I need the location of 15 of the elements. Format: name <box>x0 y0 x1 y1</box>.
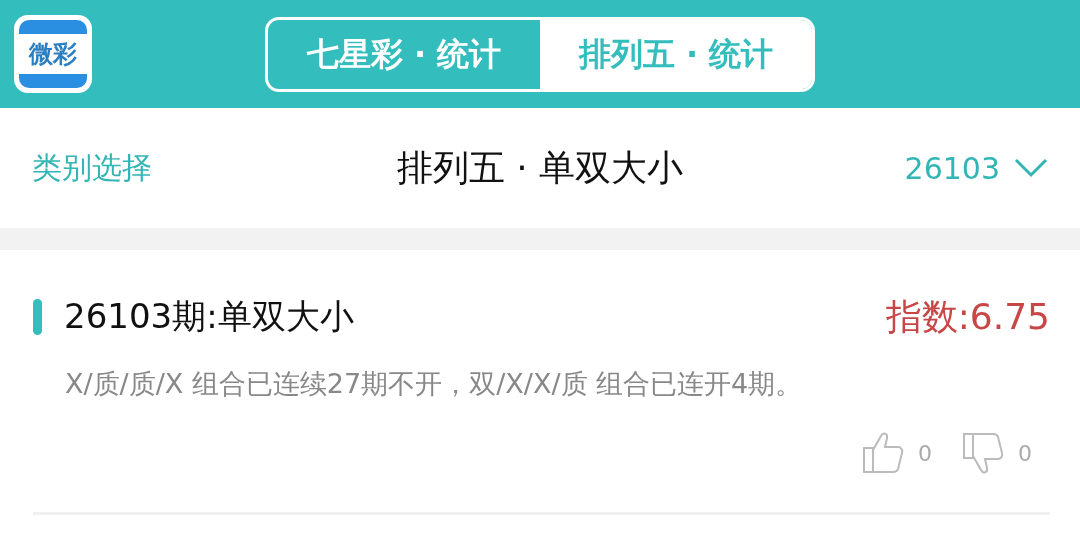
thumbs-down-icon[interactable] <box>962 430 1006 476</box>
chevron-down-icon <box>1014 158 1048 178</box>
card-description: X/质/质/X 组合已连续27期不开，双/X/X/质 组合已连开4期。 <box>64 367 804 401</box>
card-title: 26103期:单双大小 <box>64 295 354 338</box>
accent-bar <box>33 299 42 335</box>
issue-dropdown[interactable]: 26103 <box>904 150 1048 186</box>
thumbs-up-icon[interactable] <box>862 430 906 476</box>
tab[interactable]: 排列五 · 统计 <box>540 20 812 89</box>
category-link[interactable]: 类别选择 <box>32 147 152 189</box>
page-title: 排列五 · 单双大小 <box>396 145 684 190</box>
app-logo: 微彩 <box>14 15 92 93</box>
index-value: 指数:6.75 <box>885 294 1050 339</box>
dislike-count: 0 <box>1018 440 1032 466</box>
tab[interactable]: 七星彩 · 统计 <box>268 20 540 89</box>
like-count: 0 <box>918 440 932 466</box>
